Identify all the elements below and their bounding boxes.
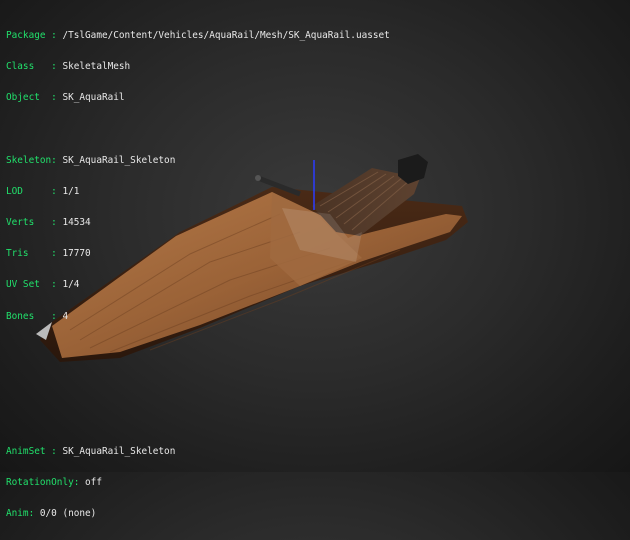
lod-row: LOD : 1/1 <box>6 185 80 197</box>
tris-row: Tris : 17770 <box>6 248 91 260</box>
rear-motor <box>398 154 428 184</box>
anim-info-overlay: AnimSet : SK_AquaRail_Skeleton RotationO… <box>6 426 175 540</box>
rotationonly-row: RotationOnly: off <box>6 477 102 489</box>
anim-row: Anim: 0/0 (none) <box>6 508 97 520</box>
verts-row: Verts : 14534 <box>6 217 91 229</box>
skeleton-row: Skeleton: SK_AquaRail_Skeleton <box>6 154 176 166</box>
animset-row: AnimSet : SK_AquaRail_Skeleton <box>6 445 176 457</box>
object-row: Object : SK_AquaRail <box>6 92 125 104</box>
asset-info-overlay: Package : /TslGame/Content/Vehicles/Aqua… <box>6 10 390 343</box>
package-row: Package : /TslGame/Content/Vehicles/Aqua… <box>6 29 390 41</box>
3d-viewport[interactable]: Package : /TslGame/Content/Vehicles/Aqua… <box>0 0 630 519</box>
uvset-row: UV Set : 1/4 <box>6 279 80 291</box>
bones-row: Bones : 4 <box>6 310 69 322</box>
class-row: Class : SkeletalMesh <box>6 61 131 73</box>
